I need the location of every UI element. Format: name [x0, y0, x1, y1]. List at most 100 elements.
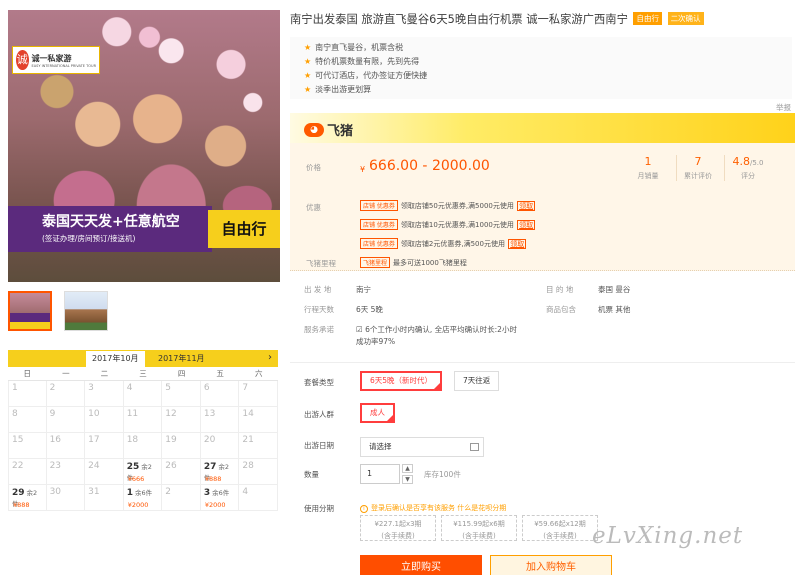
day-number: 25 [126, 462, 140, 472]
calendar-day[interactable]: 1 余6件 ¥2000 [123, 485, 163, 511]
thumbnail-strip [8, 291, 108, 331]
chevron-up-icon[interactable]: ▲ [402, 464, 413, 473]
tag-free-travel: 自由行 [633, 12, 662, 25]
buy-now-button[interactable]: 立即购买 [360, 555, 482, 575]
stat-value: 7 [694, 155, 702, 168]
calendar-month-tab-1[interactable]: 2017年10月 [86, 351, 145, 367]
service-line-1: ☑ 6个工作小时内确认, 全店平均确认时长:2小时 [356, 324, 517, 335]
calendar-day[interactable]: 27 余2件 ¥888 [200, 459, 240, 485]
main-product-image[interactable]: 诚 诚一私家游 EASY INTERNATIONAL PRIVATE TOUR … [8, 10, 280, 282]
package-option-7d[interactable]: 7天往返 [454, 371, 500, 391]
crowd-option-adult[interactable]: 成人 [360, 403, 395, 423]
claim-coupon-button[interactable]: 领取 [517, 220, 536, 230]
banner-subline: (签证办理/房间预订/接送机) [42, 234, 136, 243]
installment-help-link[interactable]: 什么是花呗分期 [457, 504, 506, 512]
depart-value: 南宁 [356, 285, 371, 294]
claim-coupon-button[interactable]: 领取 [517, 201, 536, 211]
date-picker-field[interactable]: 请选择 [360, 437, 484, 457]
mileage-row: 飞猪里程 最多可送1000飞猪里程 [360, 257, 467, 268]
stat-label: 月销量 [637, 172, 659, 180]
thumbnail-2[interactable] [64, 291, 108, 331]
installment-plan-6[interactable]: ¥115.99起x6期 (含手续费) [441, 515, 517, 541]
thumbnail-1[interactable] [8, 291, 52, 331]
calendar-day: 28 [239, 459, 278, 485]
report-link[interactable]: 举报 [776, 102, 791, 113]
coupon-text: 领取店铺2元优惠券,满500元使用 [400, 240, 505, 248]
calendar-weekdays: 日 一 二 三 四 五 六 [8, 367, 278, 381]
plan-fee: (含手续费) [381, 532, 415, 540]
day-number: 3 [88, 383, 94, 393]
calendar-day: 13 [200, 407, 240, 433]
product-title-text: 南宁出发泰国 旅游直飞曼谷6天5晚自由行机票 诚一私家游广西南宁 [290, 13, 628, 26]
weekday-label: 五 [216, 369, 224, 378]
fliggy-logo: ◕ 飞猪 [304, 120, 353, 139]
claim-coupon-button[interactable]: 领取 [508, 239, 527, 249]
depart-label: 出 发 地 [304, 285, 332, 294]
calendar-day: 14 [239, 407, 278, 433]
star-icon: ★ [304, 85, 312, 94]
calendar-day: 9 [46, 407, 86, 433]
package-label: 套餐类型 [304, 378, 334, 387]
day-number: 13 [203, 409, 216, 419]
calendar-day[interactable]: 25 余2件 ¥666 [123, 459, 163, 485]
installment-plan-3[interactable]: ¥227.1起x3期 (含手续费) [360, 515, 436, 541]
divider [724, 155, 725, 181]
rating-value: 4.8 [732, 155, 751, 168]
day-number: 12 [165, 409, 177, 419]
calendar-day: 18 [123, 433, 163, 459]
stat-label: 累计评价 [684, 172, 712, 180]
calendar-day: 1 [8, 381, 47, 407]
day-number: 19 [165, 435, 177, 445]
coupon-row: 店铺 优惠券 领取店铺10元优惠券,满1000元使用 领取 [360, 219, 536, 230]
day-number: 7 [242, 383, 249, 393]
coupon-tag: 店铺 优惠券 [360, 200, 398, 211]
package-option-6d5n[interactable]: 6天5晚（新时代） [360, 371, 443, 391]
add-to-cart-button[interactable]: 加入购物车 [490, 555, 612, 575]
calendar-day[interactable]: 3 余6件 ¥2000 [200, 485, 240, 511]
chevron-right-icon[interactable]: › [268, 352, 272, 363]
plan-amount: ¥227.1起x3期 [374, 520, 422, 528]
day-number: 6 [203, 383, 210, 393]
days-value: 6天 5晚 [356, 305, 383, 314]
day-number: 30 [49, 487, 62, 497]
watermark: eLvXing.net [592, 523, 744, 549]
weekday-label: 一 [62, 369, 70, 378]
day-number: 9 [49, 409, 56, 419]
currency-symbol: ¥ [360, 165, 366, 174]
calendar-day: 17 [85, 433, 124, 459]
stat-value: 4.8/5.0 [726, 155, 770, 168]
day-price: ¥888 [13, 501, 30, 509]
divider [290, 362, 795, 363]
selling-point-text: 南宁直飞曼谷，机票含税 [315, 43, 404, 52]
coupon-text: 领取店铺50元优惠券,满5000元使用 [400, 202, 514, 210]
weekday-label: 日 [23, 369, 32, 378]
selling-point-text: 可代订酒店，代办签证方便快捷 [315, 71, 428, 80]
selling-point: ★ 南宁直飞曼谷，机票含税 [304, 41, 792, 55]
day-number: 21 [242, 435, 254, 445]
calendar-day: 26 [162, 459, 201, 485]
stat-value: 1 [644, 155, 652, 168]
brand-name: 飞猪 [327, 124, 354, 139]
day-number: 4 [242, 487, 249, 497]
day-price: ¥666 [127, 475, 145, 483]
installment-label: 使用分期 [304, 504, 334, 513]
qty-label: 数量 [304, 470, 319, 479]
day-number: 8 [12, 409, 18, 419]
calendar-day: 4 [239, 485, 278, 511]
calendar-day: 30 [46, 485, 86, 511]
calendar-day: 4 [123, 381, 163, 407]
day-stock: 余6件 [212, 489, 230, 497]
coupon-row: 店铺 优惠券 领取店铺50元优惠券,满5000元使用 领取 [360, 200, 536, 211]
chevron-down-icon[interactable]: ▼ [402, 475, 413, 484]
day-number: 15 [12, 435, 24, 445]
calendar-month-tab-2[interactable]: 2017年11月 [152, 351, 211, 367]
calendar-day: 5 [162, 381, 201, 407]
day-price: ¥2000 [204, 501, 226, 509]
star-icon: ★ [304, 71, 312, 80]
installment-plan-12[interactable]: ¥59.66起x12期 (含手续费) [522, 515, 598, 541]
stat-reviews[interactable]: 7 累计评价 [676, 155, 720, 181]
promotions-section: 优惠 店铺 优惠券 领取店铺50元优惠券,满5000元使用 领取 店铺 优惠券 领取… [290, 187, 795, 271]
coupon-text: 领取店铺10元优惠券,满1000元使用 [400, 221, 514, 229]
quantity-input[interactable]: 1 [360, 464, 400, 484]
calendar-day[interactable]: 29 余2件 ¥888 [8, 485, 47, 511]
